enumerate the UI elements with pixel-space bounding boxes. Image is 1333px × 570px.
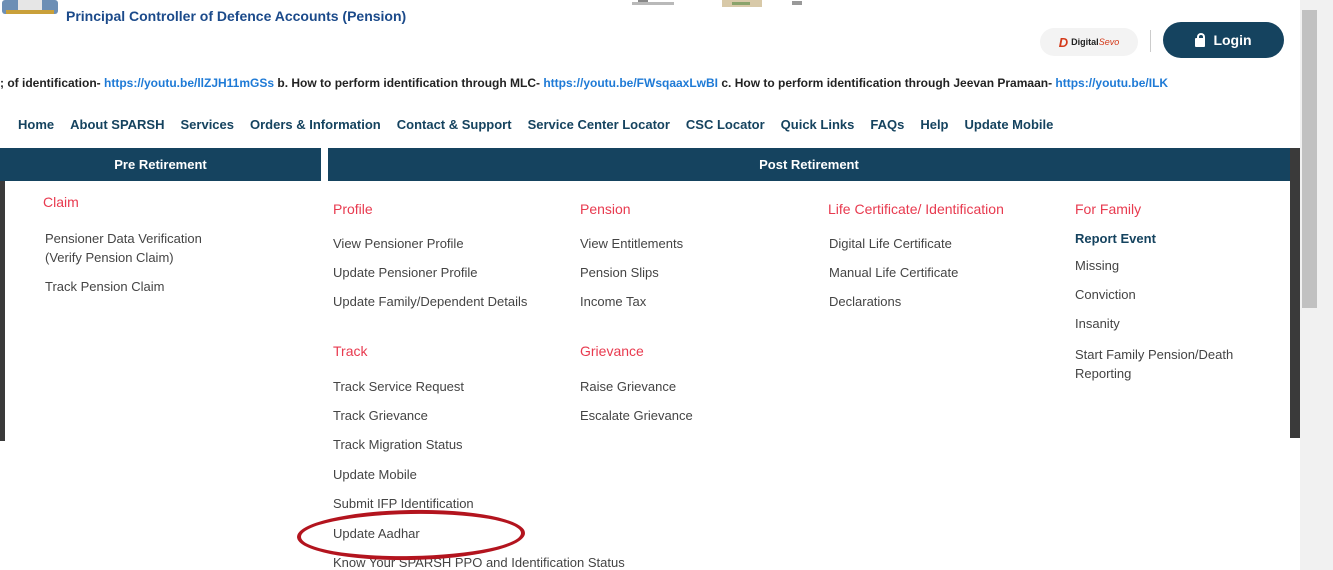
menu-item-insanity[interactable]: Insanity: [1075, 316, 1120, 331]
nav-quick-links[interactable]: Quick Links: [781, 117, 855, 132]
track-heading: Track: [333, 343, 368, 359]
header-mark-icon: [792, 1, 802, 5]
menu-item-track-grievance[interactable]: Track Grievance: [333, 408, 428, 423]
ticker-text: c. How to perform identification through…: [718, 76, 1056, 90]
ticker-link[interactable]: https://youtu.be/llZJH11mGSs: [104, 76, 274, 90]
nav-services[interactable]: Services: [181, 117, 235, 132]
pension-heading: Pension: [580, 201, 631, 217]
menu-item-start-family-pension[interactable]: Start Family Pension/Death: [1075, 347, 1233, 362]
nav-about-sparsh[interactable]: About SPARSH: [70, 117, 164, 132]
lock-icon: [1195, 32, 1206, 47]
ticker-text: ; of identification-: [0, 76, 104, 90]
menu-item-update-pensioner-profile[interactable]: Update Pensioner Profile: [333, 265, 478, 280]
menu-item-declarations[interactable]: Declarations: [829, 294, 901, 309]
menu-item-update-family-details[interactable]: Update Family/Dependent Details: [333, 294, 527, 309]
digitalsevo-icon: D: [1058, 34, 1069, 50]
ticker-text: b. How to perform identification through…: [274, 76, 544, 90]
nav-csc-locator[interactable]: CSC Locator: [686, 117, 765, 132]
menu-item-view-entitlements[interactable]: View Entitlements: [580, 236, 683, 251]
digitalsevo-text: Digital: [1071, 37, 1099, 47]
menu-item-income-tax[interactable]: Income Tax: [580, 294, 646, 309]
ticker-link[interactable]: https://youtu.be/ILK: [1055, 76, 1168, 90]
menu-item-view-pensioner-profile[interactable]: View Pensioner Profile: [333, 236, 464, 251]
nav-orders-information[interactable]: Orders & Information: [250, 117, 381, 132]
pre-retirement-header: Pre Retirement: [0, 148, 321, 181]
login-button[interactable]: Login: [1163, 22, 1284, 58]
menu-item-track-service-request[interactable]: Track Service Request: [333, 379, 464, 394]
nav-home[interactable]: Home: [18, 117, 54, 132]
menu-item-pension-slips[interactable]: Pension Slips: [580, 265, 659, 280]
main-nav: Home About SPARSH Services Orders & Info…: [18, 117, 1069, 132]
life-certificate-heading: Life Certificate/ Identification: [828, 201, 1004, 217]
site-header: Principal Controller of Defence Accounts…: [0, 0, 1300, 60]
menu-item-verify-pension-claim[interactable]: (Verify Pension Claim): [45, 250, 174, 265]
grievance-heading: Grievance: [580, 343, 644, 359]
org-name[interactable]: Principal Controller of Defence Accounts…: [66, 8, 406, 24]
partner-logo-icon: [632, 0, 674, 5]
menu-item-escalate-grievance[interactable]: Escalate Grievance: [580, 408, 693, 423]
post-retirement-header: Post Retirement: [328, 148, 1290, 181]
menu-item-reporting[interactable]: Reporting: [1075, 366, 1131, 381]
menu-item-pensioner-data-verification[interactable]: Pensioner Data Verification: [45, 231, 202, 246]
profile-heading: Profile: [333, 201, 373, 217]
menu-item-digital-life-certificate[interactable]: Digital Life Certificate: [829, 236, 952, 251]
menu-item-manual-life-certificate[interactable]: Manual Life Certificate: [829, 265, 958, 280]
nav-service-center-locator[interactable]: Service Center Locator: [528, 117, 670, 132]
claim-heading: Claim: [43, 194, 79, 210]
menu-item-update-mobile[interactable]: Update Mobile: [333, 467, 417, 482]
menu-item-raise-grievance[interactable]: Raise Grievance: [580, 379, 676, 394]
nav-help[interactable]: Help: [920, 117, 948, 132]
menu-item-track-migration-status[interactable]: Track Migration Status: [333, 437, 463, 452]
hero-background-right: [1290, 148, 1300, 438]
menu-item-submit-ifp-identification[interactable]: Submit IFP Identification: [333, 496, 474, 511]
emblem-logo-icon: [2, 0, 58, 14]
for-family-heading: For Family: [1075, 201, 1142, 217]
announcement-ticker: ; of identification- https://youtu.be/ll…: [0, 76, 1300, 96]
menu-item-missing[interactable]: Missing: [1075, 258, 1119, 273]
menu-item-track-pension-claim[interactable]: Track Pension Claim: [45, 279, 164, 294]
report-event-label: Report Event: [1075, 231, 1156, 246]
login-label: Login: [1213, 32, 1252, 48]
campaign-logo-icon: [722, 0, 762, 7]
digitalsevo-badge[interactable]: D Digital Sevo: [1040, 28, 1138, 56]
header-divider: [1150, 30, 1151, 52]
nav-update-mobile[interactable]: Update Mobile: [965, 117, 1054, 132]
page-scrollbar-thumb[interactable]: [1302, 10, 1317, 308]
ticker-link[interactable]: https://youtu.be/FWsqaaxLwBI: [543, 76, 718, 90]
menu-item-conviction[interactable]: Conviction: [1075, 287, 1136, 302]
digitalsevo-text-italic: Sevo: [1098, 37, 1120, 47]
nav-faqs[interactable]: FAQs: [870, 117, 904, 132]
nav-contact-support[interactable]: Contact & Support: [397, 117, 512, 132]
